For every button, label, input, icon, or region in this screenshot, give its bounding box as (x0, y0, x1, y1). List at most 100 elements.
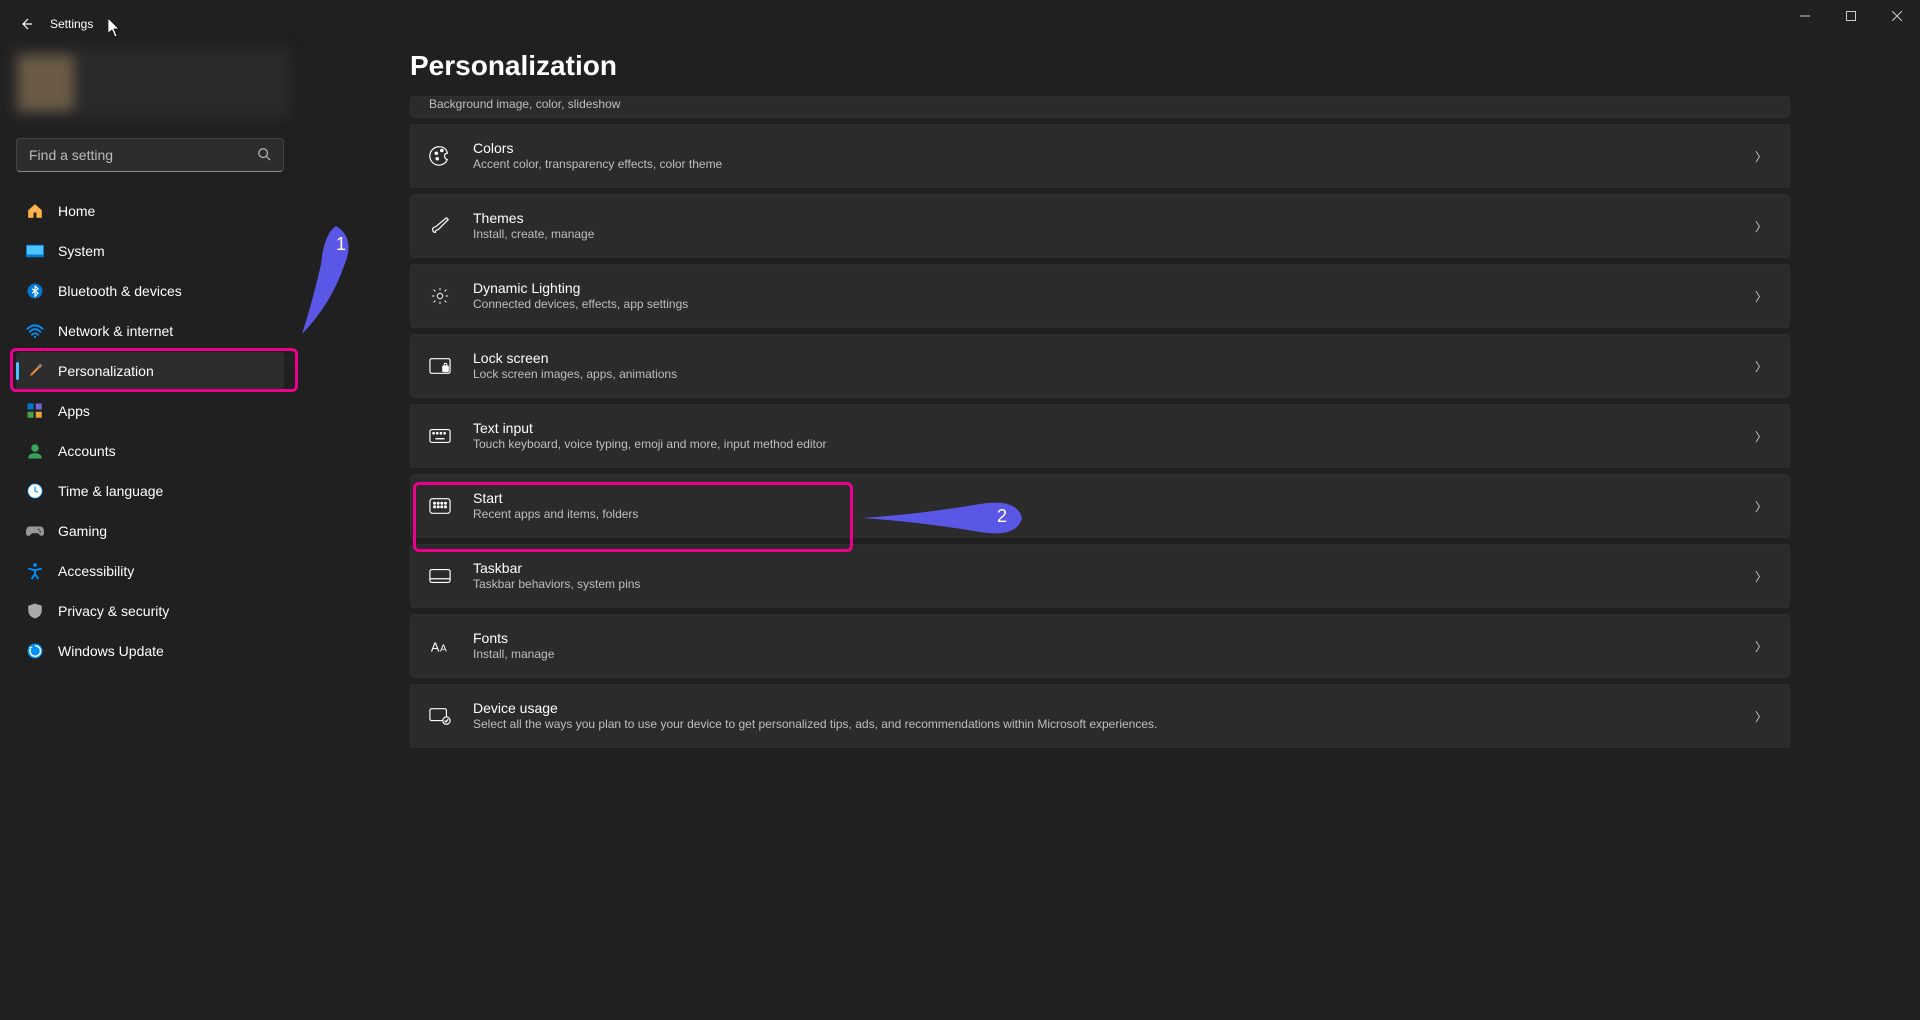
nav-label: Gaming (58, 523, 107, 539)
nav-label: Bluetooth & devices (58, 283, 182, 299)
chevron-right-icon: 〉 (1755, 568, 1767, 585)
arrow-left-icon (18, 16, 34, 32)
chevron-right-icon: 〉 (1755, 358, 1767, 375)
maximize-icon (1846, 11, 1856, 21)
nav-bluetooth[interactable]: Bluetooth & devices (16, 272, 284, 310)
profile-card[interactable] (10, 48, 290, 118)
minimize-icon (1800, 11, 1810, 21)
titlebar: Settings (0, 0, 1920, 48)
svg-text:A: A (431, 640, 440, 655)
card-subtitle: Taskbar behaviors, system pins (473, 577, 1755, 593)
page-title: Personalization (410, 50, 1790, 82)
card-title: Taskbar (473, 559, 1755, 577)
taskbar-icon (429, 565, 451, 587)
card-dynamic-lighting[interactable]: Dynamic LightingConnected devices, effec… (410, 264, 1790, 328)
card-title: Themes (473, 209, 1755, 227)
paintbrush-icon (26, 362, 44, 380)
nav-network[interactable]: Network & internet (16, 312, 284, 350)
nav-label: Windows Update (58, 643, 164, 659)
bluetooth-icon (26, 282, 44, 300)
device-usage-icon (429, 705, 451, 727)
card-lock-screen[interactable]: Lock screenLock screen images, apps, ani… (410, 334, 1790, 398)
nav-gaming[interactable]: Gaming (16, 512, 284, 550)
nav-accounts[interactable]: Accounts (16, 432, 284, 470)
card-subtitle: Recent apps and items, folders (473, 507, 1755, 523)
nav-system[interactable]: System (16, 232, 284, 270)
apps-icon (26, 402, 44, 420)
card-device-usage[interactable]: Device usageSelect all the ways you plan… (410, 684, 1790, 748)
search-box[interactable] (16, 138, 284, 172)
shield-icon (26, 602, 44, 620)
svg-text:A: A (440, 644, 447, 655)
card-start[interactable]: StartRecent apps and items, folders 〉 (410, 474, 1790, 538)
home-icon (26, 202, 44, 220)
clock-icon (26, 482, 44, 500)
card-subtitle: Install, manage (473, 647, 1755, 663)
nav-label: System (58, 243, 105, 259)
sparkle-icon (429, 285, 451, 307)
card-fonts[interactable]: AA FontsInstall, manage 〉 (410, 614, 1790, 678)
window-controls (1782, 0, 1920, 32)
maximize-button[interactable] (1828, 0, 1874, 32)
card-subtitle: Select all the ways you plan to use your… (473, 717, 1755, 733)
main-content: Personalization Background image, color,… (410, 50, 1790, 1020)
fonts-icon: AA (429, 635, 451, 657)
close-button[interactable] (1874, 0, 1920, 32)
nav-home[interactable]: Home (16, 192, 284, 230)
card-subtitle: Connected devices, effects, app settings (473, 297, 1755, 313)
card-subtitle: Touch keyboard, voice typing, emoji and … (473, 437, 1755, 453)
chevron-right-icon: 〉 (1755, 638, 1767, 655)
app-title: Settings (50, 17, 93, 31)
nav-update[interactable]: Windows Update (16, 632, 284, 670)
annotation-pointer-1 (296, 226, 356, 336)
gamepad-icon (26, 522, 44, 540)
card-title: Lock screen (473, 349, 1755, 367)
chevron-right-icon: 〉 (1755, 218, 1767, 235)
card-subtitle: Accent color, transparency effects, colo… (473, 157, 1755, 173)
nav-label: Apps (58, 403, 90, 419)
back-button[interactable] (10, 8, 42, 40)
chevron-right-icon: 〉 (1755, 148, 1767, 165)
card-colors[interactable]: ColorsAccent color, transparency effects… (410, 124, 1790, 188)
card-title: Device usage (473, 699, 1755, 717)
sidebar: Home System Bluetooth & devices Network … (0, 48, 300, 1020)
minimize-button[interactable] (1782, 0, 1828, 32)
card-title: Dynamic Lighting (473, 279, 1755, 297)
nav-accessibility[interactable]: Accessibility (16, 552, 284, 590)
system-icon (26, 242, 44, 260)
card-background[interactable]: Background image, color, slideshow (410, 96, 1790, 118)
card-text-input[interactable]: Text inputTouch keyboard, voice typing, … (410, 404, 1790, 468)
start-icon (429, 495, 451, 517)
card-subtitle: Background image, color, slideshow (429, 97, 1767, 113)
accessibility-icon (26, 562, 44, 580)
wifi-icon (26, 322, 44, 340)
chevron-right-icon: 〉 (1755, 288, 1767, 305)
nav-label: Time & language (58, 483, 163, 499)
nav-personalization[interactable]: Personalization (16, 352, 284, 390)
nav-apps[interactable]: Apps (16, 392, 284, 430)
card-title: Fonts (473, 629, 1755, 647)
nav-time[interactable]: Time & language (16, 472, 284, 510)
nav-privacy[interactable]: Privacy & security (16, 592, 284, 630)
nav-list: Home System Bluetooth & devices Network … (6, 192, 294, 670)
card-title: Colors (473, 139, 1755, 157)
nav-label: Home (58, 203, 95, 219)
brush-icon (429, 215, 451, 237)
lock-screen-icon (429, 355, 451, 377)
nav-label: Accessibility (58, 563, 134, 579)
nav-label: Privacy & security (58, 603, 169, 619)
update-icon (26, 642, 44, 660)
nav-label: Personalization (58, 363, 154, 379)
person-icon (26, 442, 44, 460)
card-subtitle: Install, create, manage (473, 227, 1755, 243)
close-icon (1892, 11, 1902, 21)
keyboard-icon (429, 425, 451, 447)
annotation-number-1: 1 (336, 234, 346, 255)
palette-icon (429, 145, 451, 167)
card-themes[interactable]: ThemesInstall, create, manage 〉 (410, 194, 1790, 258)
card-title: Text input (473, 419, 1755, 437)
card-taskbar[interactable]: TaskbarTaskbar behaviors, system pins 〉 (410, 544, 1790, 608)
nav-label: Accounts (58, 443, 116, 459)
chevron-right-icon: 〉 (1755, 428, 1767, 445)
search-input[interactable] (29, 147, 257, 163)
